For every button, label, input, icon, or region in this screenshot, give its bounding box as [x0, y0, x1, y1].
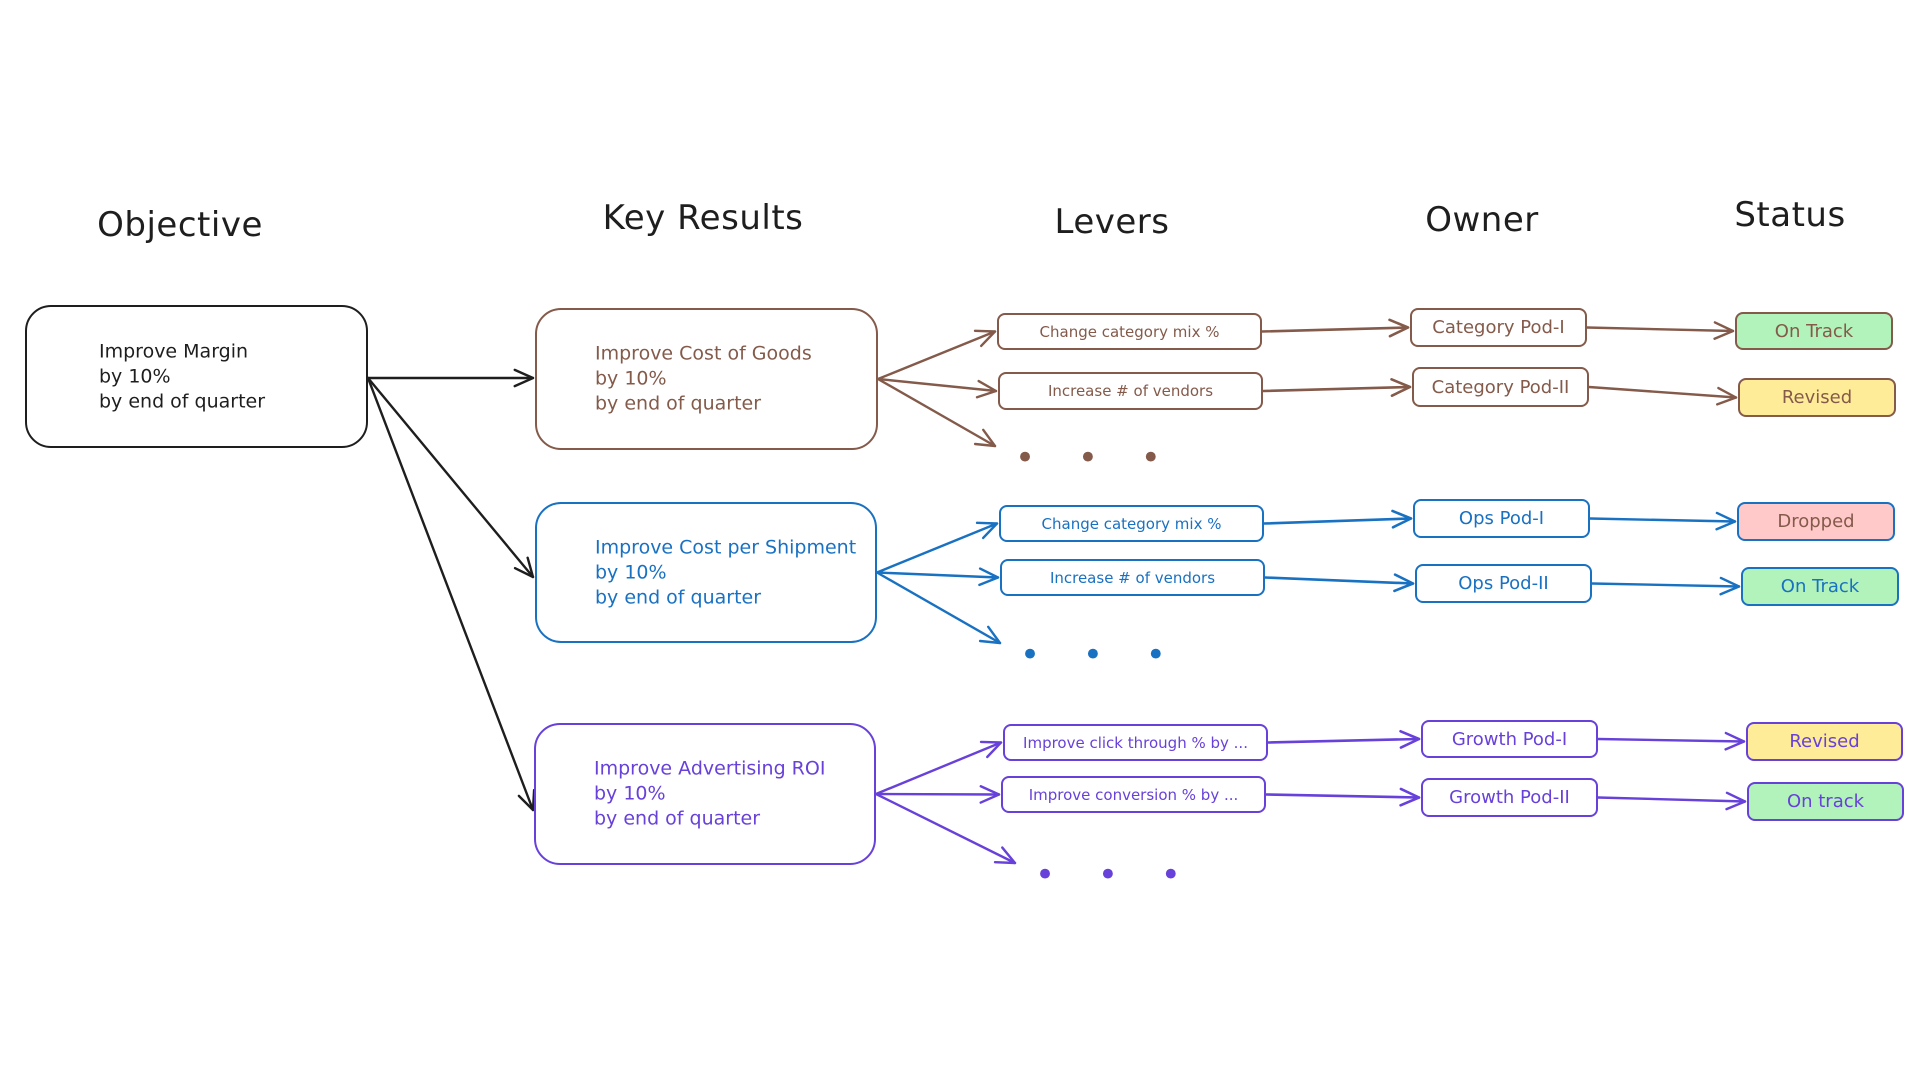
status-badge[interactable]: On Track [1735, 312, 1893, 350]
status-label: On Track [1780, 576, 1860, 597]
more-levers-ellipsis: • • • [1020, 635, 1182, 675]
lever-box[interactable]: Improve conversion % by ... [1001, 776, 1266, 813]
header-status: Status [1734, 195, 1846, 235]
arrow-lever-to-owner [1262, 509, 1413, 529]
status-badge[interactable]: Revised [1738, 378, 1896, 417]
status-label: Dropped [1777, 511, 1855, 532]
owner-box[interactable]: Ops Pod-II [1415, 564, 1592, 603]
arrow-owner-to-status [1588, 511, 1737, 531]
owner-label: Ops Pod-I [1458, 508, 1545, 529]
owner-label: Category Pod-I [1432, 317, 1565, 338]
arrow-lever-to-owner [1264, 787, 1421, 807]
key-result-text: Improve Cost per Shipment by 10% by end … [595, 536, 857, 608]
key-result-text: Improve Cost of Goods by 10% by end of q… [595, 342, 812, 415]
header-owner: Owner [1425, 200, 1539, 240]
arrow-lever-to-owner [1263, 573, 1415, 593]
arrow-objective-to-kr-2 [366, 376, 535, 579]
header-key-results: Key Results [602, 198, 804, 238]
lever-label: Increase # of vendors [1049, 568, 1216, 587]
arrow-kr-3-to-more [874, 792, 1017, 865]
lever-label: Change category mix % [1041, 514, 1222, 533]
lever-box[interactable]: Increase # of vendors [1000, 559, 1265, 596]
owner-label: Growth Pod-II [1449, 787, 1570, 808]
more-levers-ellipsis: • • • [1015, 438, 1177, 478]
arrow-lever-to-owner [1261, 378, 1412, 397]
key-result-text: Improve Advertising ROI by 10% by end of… [594, 757, 826, 830]
status-badge[interactable]: On Track [1741, 567, 1899, 606]
arrow-owner-to-status [1590, 576, 1741, 596]
key-result-box-1[interactable]: Improve Cost of Goods by 10% by end of q… [535, 308, 878, 450]
owner-label: Ops Pod-II [1458, 573, 1549, 594]
lever-label: Improve conversion % by ... [1028, 785, 1239, 804]
status-badge[interactable]: Revised [1746, 722, 1903, 761]
lever-label: Improve click through % by ... [1023, 733, 1248, 752]
lever-box[interactable]: Change category mix % [999, 505, 1264, 542]
owner-box[interactable]: Category Pod-I [1410, 308, 1587, 347]
owner-box[interactable]: Category Pod-II [1412, 367, 1589, 407]
header-objective: Objective [97, 205, 263, 245]
key-result-box-2[interactable]: Improve Cost per Shipment by 10% by end … [535, 502, 877, 643]
arrow-owner-to-status [1587, 385, 1738, 406]
arrow-lever-to-owner [1266, 729, 1421, 749]
status-badge[interactable]: Dropped [1737, 502, 1895, 541]
arrow-owner-to-status [1596, 731, 1746, 751]
status-label: On Track [1774, 320, 1854, 342]
objective-text: Improve Margin by 10% by end of quarter [99, 340, 266, 412]
owner-label: Growth Pod-I [1451, 728, 1568, 750]
arrow-objective-to-kr-3 [366, 376, 536, 812]
arrow-kr-2-to-lever-1 [875, 521, 999, 574]
objective-box[interactable]: Improve Margin by 10% by end of quarter [25, 305, 368, 448]
lever-label: Change category mix % [1039, 322, 1220, 341]
arrow-kr-1-to-lever-1 [876, 329, 997, 381]
lever-box[interactable]: Improve click through % by ... [1003, 724, 1268, 761]
status-label: On track [1786, 791, 1865, 812]
more-levers-ellipsis: • • • [1035, 855, 1197, 895]
owner-box[interactable]: Ops Pod-I [1413, 499, 1590, 538]
lever-box[interactable]: Change category mix % [997, 313, 1262, 350]
arrow-owner-to-status [1596, 791, 1747, 811]
arrow-lever-to-owner [1260, 318, 1410, 338]
arrow-objective-to-kr-1 [366, 368, 535, 388]
arrow-kr-3-to-lever-2 [874, 785, 1001, 804]
lever-label: Increase # of vendors [1047, 382, 1214, 400]
owner-box[interactable]: Growth Pod-I [1421, 720, 1598, 758]
status-badge[interactable]: On track [1747, 782, 1904, 821]
lever-box[interactable]: Increase # of vendors [998, 372, 1263, 410]
status-label: Revised [1789, 731, 1860, 752]
owner-label: Category Pod-II [1431, 376, 1570, 398]
key-result-box-3[interactable]: Improve Advertising ROI by 10% by end of… [534, 723, 876, 865]
status-label: Revised [1781, 387, 1853, 408]
connector-layer [366, 318, 1747, 865]
owner-box[interactable]: Growth Pod-II [1421, 778, 1598, 817]
arrow-owner-to-status [1585, 321, 1735, 340]
header-levers: Levers [1054, 202, 1170, 242]
